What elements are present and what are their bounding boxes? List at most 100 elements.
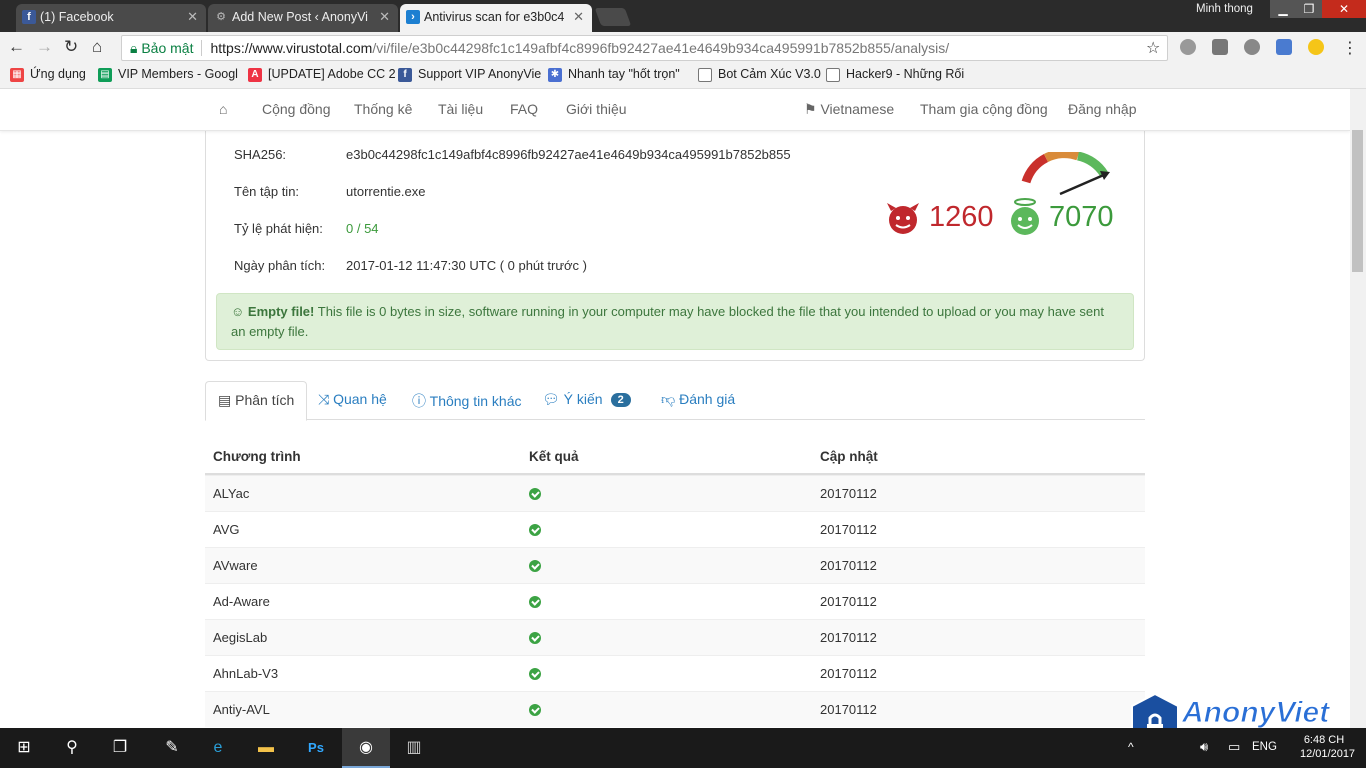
alert-text: This file is 0 bytes in size, software r…: [231, 304, 1104, 339]
url-divider: [201, 40, 203, 56]
shield-extension-icon[interactable]: [1212, 39, 1228, 55]
comment-count-badge: 2: [610, 393, 631, 407]
chrome-icon[interactable]: ◉: [342, 728, 390, 768]
network-icon[interactable]: ▭: [1228, 739, 1240, 755]
nav-documentation[interactable]: Tài liệu: [438, 101, 483, 117]
antivirus-results-table: Chương trình Kết quả Cập nhật ALYac 20170…: [205, 439, 1145, 727]
gear-icon: ⚙: [216, 11, 226, 23]
tab-comments[interactable]: 💬︎ Ý kiến 2: [530, 381, 643, 420]
show-hidden-icons-icon[interactable]: ^: [1128, 740, 1134, 754]
engine-name: ALYac: [213, 486, 250, 501]
bookmark-vip-members[interactable]: ▤ VIP Members - Googl: [98, 67, 238, 82]
browser-tab-virustotal[interactable]: › Antivirus scan for e3b0c4 ✕: [400, 4, 592, 32]
file-explorer-icon[interactable]: ▬: [242, 728, 290, 768]
bookmark-star-icon[interactable]: ☆: [1146, 38, 1160, 58]
close-window-button[interactable]: ✕: [1322, 0, 1366, 18]
language-selector[interactable]: ⚑ Vietnamese: [804, 101, 894, 118]
bookmark-hacker9[interactable]: Hacker9 - Những Rối: [826, 67, 964, 82]
bookmark-support-vip[interactable]: f Support VIP AnonyVie: [398, 67, 542, 82]
notepad-icon[interactable]: ▥: [390, 728, 438, 768]
bookmark-adobe[interactable]: A [UPDATE] Adobe CC 2: [248, 67, 396, 82]
bookmark-bot-cam-xuc[interactable]: Bot Cảm Xúc V3.0: [698, 67, 821, 82]
table-row: AegisLab 20170112: [205, 619, 1145, 655]
page-icon: [698, 68, 712, 82]
task-view-icon[interactable]: ❐: [96, 728, 144, 768]
join-community-link[interactable]: Tham gia cộng đồng: [920, 101, 1048, 117]
detection-ratio-label: Tỷ lệ phát hiện:: [234, 221, 323, 236]
translate-extension-icon[interactable]: [1276, 39, 1292, 55]
close-tab-icon[interactable]: ✕: [573, 9, 584, 25]
profile-name[interactable]: Minh thong: [1196, 3, 1253, 15]
nav-faq[interactable]: FAQ: [510, 101, 538, 117]
ie-browser-icon[interactable]: e: [194, 728, 242, 768]
browser-tab-add-post[interactable]: ⚙ Add New Post ‹ AnonyVi ✕: [208, 4, 398, 32]
table-row: AVG 20170112: [205, 511, 1145, 547]
table-row: ALYac 20170112: [205, 475, 1145, 511]
tab-additional-info[interactable]: ⓘ Thông tin khác: [400, 381, 533, 420]
sha256-value: e3b0c44298fc1c149afbf4c8996fb92427ae41e4…: [346, 147, 791, 162]
info-icon: ⓘ: [412, 393, 426, 409]
tab-relations[interactable]: ⤨ Quan hệ: [306, 381, 399, 420]
forward-arrow-icon[interactable]: →: [36, 37, 53, 57]
browser-tab-facebook[interactable]: f (1) Facebook ✕: [16, 4, 206, 32]
table-row: Ad-Aware 20170112: [205, 583, 1145, 619]
filename-label: Tên tập tin:: [234, 184, 300, 199]
windows-start-icon[interactable]: ⊞: [0, 728, 48, 768]
analysis-date-label: Ngày phân tích:: [234, 258, 326, 273]
check-circle-icon: [529, 560, 541, 572]
photoshop-icon[interactable]: Ps: [292, 728, 340, 768]
bookmark-label: Nhanh tay "hốt trọn": [568, 67, 680, 81]
scrollbar-thumb[interactable]: [1352, 130, 1363, 272]
language-label: Vietnamese: [820, 101, 895, 117]
input-language[interactable]: ENG: [1252, 741, 1277, 753]
sign-in-link[interactable]: Đăng nhập: [1068, 101, 1137, 117]
address-bar[interactable]: 🔒︎ Bảo mật https://www.virustotal.com/vi/…: [121, 35, 1168, 61]
bookmark-label: Support VIP AnonyVie: [418, 67, 542, 81]
page-icon: [826, 68, 840, 82]
update-date: 20170112: [820, 666, 877, 681]
community-votes: 1260 7070: [885, 197, 1125, 239]
close-tab-icon[interactable]: ✕: [379, 9, 390, 25]
emoji-extension-icon[interactable]: [1308, 39, 1324, 55]
bookmark-apps[interactable]: ▦ Ứng dụng: [10, 67, 86, 82]
browser-tab-strip: f (1) Facebook ✕ ⚙ Add New Post ‹ AnonyV…: [0, 0, 1366, 32]
sheets-icon: ▤: [98, 68, 112, 82]
reload-icon[interactable]: ↻: [64, 37, 78, 57]
system-clock[interactable]: 6:48 CH 12/01/2017: [1300, 733, 1355, 761]
column-header-result: Kết quả: [529, 449, 579, 464]
tab-analysis[interactable]: ▤ Phân tích: [205, 381, 308, 421]
home-icon[interactable]: ⌂: [219, 101, 227, 117]
nav-about[interactable]: Giới thiệu: [566, 101, 627, 117]
bookmarks-bar: ▦ Ứng dụng ▤ VIP Members - Googl A [UPDATE]…: [0, 63, 1366, 89]
new-tab-button[interactable]: [594, 8, 632, 26]
tab-title: Add New Post ‹ AnonyVi: [232, 10, 368, 24]
volume-icon[interactable]: 🔊︎: [1200, 739, 1208, 755]
svg-text:AnonyViet: AnonyViet: [1181, 696, 1331, 729]
restore-button[interactable]: ❐: [1296, 0, 1322, 18]
nav-statistics[interactable]: Thống kê: [354, 101, 412, 117]
tab-label: Ý kiến: [563, 391, 603, 407]
update-date: 20170112: [820, 522, 877, 537]
minimize-button[interactable]: ▁: [1270, 0, 1296, 18]
cloud-extension-icon[interactable]: [1180, 39, 1196, 55]
back-arrow-icon[interactable]: ←: [8, 37, 25, 57]
home-icon[interactable]: ⌂: [92, 37, 102, 57]
virustotal-icon: ›: [406, 10, 420, 24]
m-extension-icon[interactable]: [1244, 39, 1260, 55]
close-tab-icon[interactable]: ✕: [187, 9, 198, 25]
angel-icon[interactable]: [1009, 197, 1041, 237]
table-icon: ▤: [218, 392, 232, 408]
menu-dots-icon[interactable]: ⋮: [1342, 38, 1358, 58]
bookmark-nhanh-tay[interactable]: ✱ Nhanh tay "hốt trọn": [548, 67, 680, 82]
tab-votes[interactable]: 👎︎ Đánh giá: [649, 381, 747, 420]
bookmark-label: Bot Cảm Xúc V3.0: [718, 67, 821, 81]
table-row: Antiy-AVL 20170112: [205, 691, 1145, 727]
report-tabs: ▤ Phân tích ⤨ Quan hệ ⓘ Thông tin khác 💬…: [205, 381, 1145, 421]
devil-icon[interactable]: [885, 203, 921, 235]
smile-icon: ☺: [231, 304, 245, 319]
search-icon[interactable]: ⚲: [48, 728, 96, 768]
update-date: 20170112: [820, 702, 877, 717]
tools-app-icon[interactable]: ✎: [148, 728, 196, 768]
tab-label: Đánh giá: [679, 391, 736, 407]
nav-community[interactable]: Cộng đồng: [262, 101, 331, 117]
